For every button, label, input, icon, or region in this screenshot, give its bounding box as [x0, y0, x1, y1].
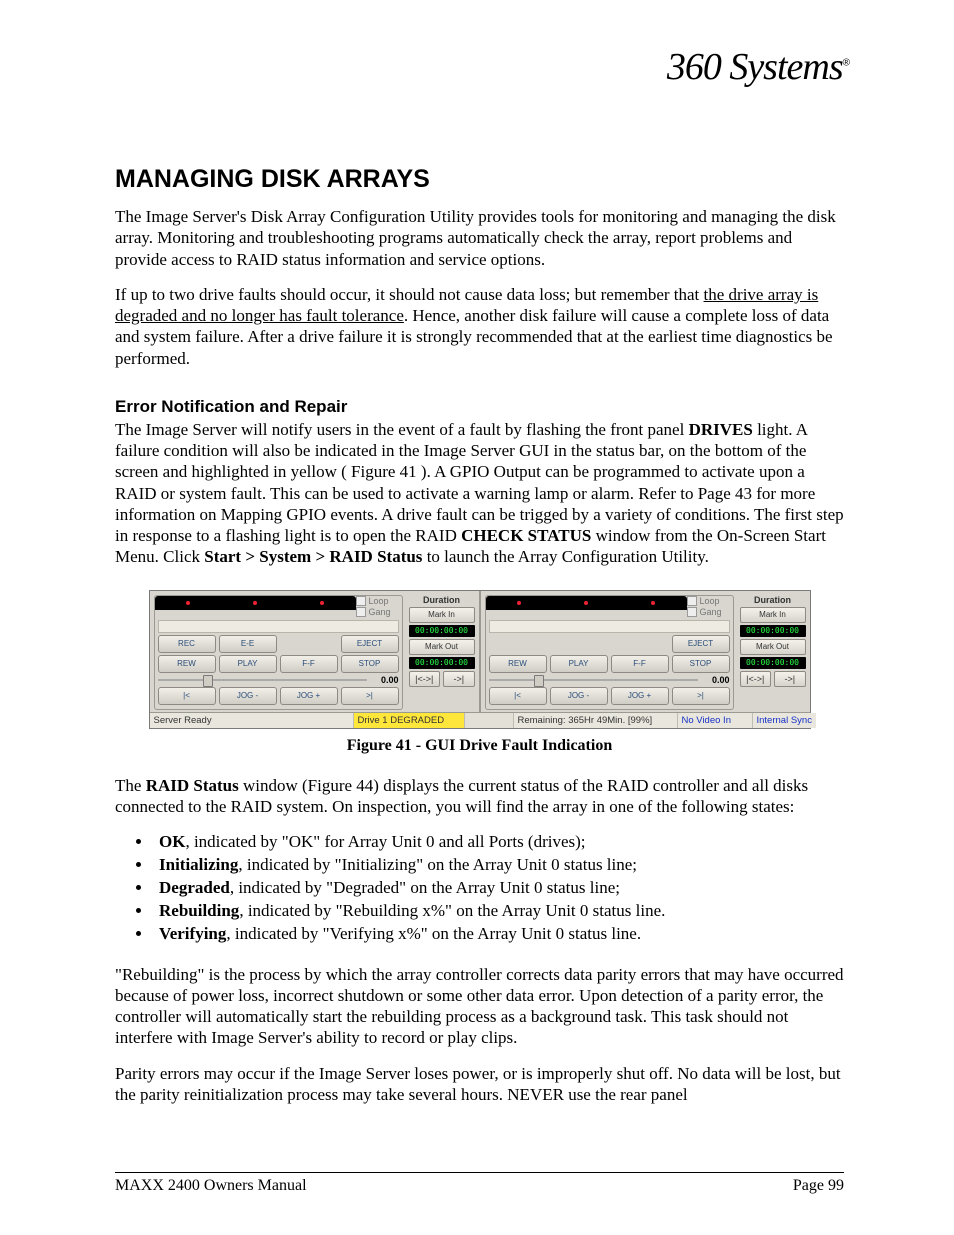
play-button-2[interactable]: PLAY — [550, 655, 608, 673]
jog-plus-button-2[interactable]: JOG + — [611, 687, 669, 705]
page-footer: MAXX 2400 Owners Manual Page 99 — [115, 1172, 844, 1195]
mark-in-button[interactable]: Mark In — [409, 607, 475, 623]
brand-logo: 360 Systems® — [667, 45, 849, 89]
raid-status-paragraph: The RAID Status window (Figure 44) displ… — [115, 775, 844, 818]
mark-out-timecode: 00:00:00:00 — [409, 657, 475, 669]
footer-page-number: Page 99 — [793, 1177, 844, 1195]
transport-panel-right: Loop Gang EJECT REW — [485, 595, 734, 710]
status-server-ready: Server Ready — [150, 713, 354, 728]
jog-plus-button[interactable]: JOG + — [280, 687, 338, 705]
figure-caption: Figure 41 - GUI Drive Fault Indication — [115, 737, 844, 755]
intro-paragraph-2: If up to two drive faults should occur, … — [115, 284, 844, 369]
ff-button[interactable]: F-F — [280, 655, 338, 673]
list-item: Verifying, indicated by "Verifying x%" o… — [153, 923, 844, 946]
goto-end-button-2[interactable]: >| — [672, 687, 730, 705]
transport-panel-left: Loop Gang REC E-E EJECT REW — [154, 595, 403, 710]
loop-region-button[interactable]: |<->| — [409, 671, 441, 687]
status-sync: Internal Sync — [753, 713, 816, 728]
rebuilding-paragraph: "Rebuilding" is the process by which the… — [115, 964, 844, 1049]
list-item: Degraded, indicated by "Degraded" on the… — [153, 877, 844, 900]
rew-button[interactable]: REW — [158, 655, 216, 673]
rew-button-2[interactable]: REW — [489, 655, 547, 673]
mark-out-timecode-2: 00:00:00:00 — [740, 657, 806, 669]
intro-paragraph-1: The Image Server's Disk Array Configurat… — [115, 206, 844, 270]
error-notification-paragraph: The Image Server will notify users in th… — [115, 419, 844, 568]
stop-button[interactable]: STOP — [341, 655, 399, 673]
status-bar: Server Ready Drive 1 DEGRADED Remaining:… — [150, 712, 810, 728]
loop-region-button-2[interactable]: |<->| — [740, 671, 772, 687]
mark-in-timecode: 00:00:00:00 — [409, 625, 475, 637]
status-drive-degraded: Drive 1 DEGRADED — [354, 713, 465, 728]
mark-out-button-2[interactable]: Mark Out — [740, 639, 806, 655]
eject-button-2[interactable]: EJECT — [672, 635, 730, 653]
status-no-video-in: No Video In — [678, 713, 753, 728]
footer-doc-title: MAXX 2400 Owners Manual — [115, 1177, 307, 1195]
mark-out-button[interactable]: Mark Out — [409, 639, 475, 655]
jog-minus-button-2[interactable]: JOG - — [550, 687, 608, 705]
status-remaining: Remaining: 365Hr 49Min. [99%] — [514, 713, 678, 728]
jog-slider[interactable] — [158, 679, 367, 681]
subheading-error-notification: Error Notification and Repair — [115, 397, 844, 417]
gang-checkbox[interactable]: Gang — [356, 607, 402, 617]
list-item: OK, indicated by "OK" for Array Unit 0 a… — [153, 831, 844, 854]
gang-checkbox-2[interactable]: Gang — [687, 607, 733, 617]
play-button[interactable]: PLAY — [219, 655, 277, 673]
goto-start-button[interactable]: |< — [158, 687, 216, 705]
jog-slider-2[interactable] — [489, 679, 698, 681]
jog-value-2: 0.00 — [702, 675, 730, 685]
page-heading: MANAGING DISK ARRAYS — [115, 165, 844, 194]
goto-out-button[interactable]: ->| — [443, 671, 475, 687]
loop-checkbox-2[interactable]: Loop — [687, 596, 733, 606]
duration-label-2: Duration — [740, 595, 806, 605]
loop-checkbox[interactable]: Loop — [356, 596, 402, 606]
mark-in-timecode-2: 00:00:00:00 — [740, 625, 806, 637]
ee-button[interactable]: E-E — [219, 635, 277, 653]
list-item: Rebuilding, indicated by "Rebuilding x%"… — [153, 900, 844, 923]
goto-out-button-2[interactable]: ->| — [774, 671, 806, 687]
goto-end-button[interactable]: >| — [341, 687, 399, 705]
rec-button[interactable]: REC — [158, 635, 216, 653]
duration-label: Duration — [409, 595, 475, 605]
jog-minus-button[interactable]: JOG - — [219, 687, 277, 705]
parity-paragraph: Parity errors may occur if the Image Ser… — [115, 1063, 844, 1106]
eject-button[interactable]: EJECT — [341, 635, 399, 653]
mark-in-button-2[interactable]: Mark In — [740, 607, 806, 623]
figure-gui-screenshot: Loop Gang REC E-E EJECT REW — [149, 590, 811, 729]
raid-states-list: OK, indicated by "OK" for Array Unit 0 a… — [115, 831, 844, 946]
ff-button-2[interactable]: F-F — [611, 655, 669, 673]
jog-value: 0.00 — [371, 675, 399, 685]
list-item: Initializing, indicated by "Initializing… — [153, 854, 844, 877]
stop-button-2[interactable]: STOP — [672, 655, 730, 673]
goto-start-button-2[interactable]: |< — [489, 687, 547, 705]
